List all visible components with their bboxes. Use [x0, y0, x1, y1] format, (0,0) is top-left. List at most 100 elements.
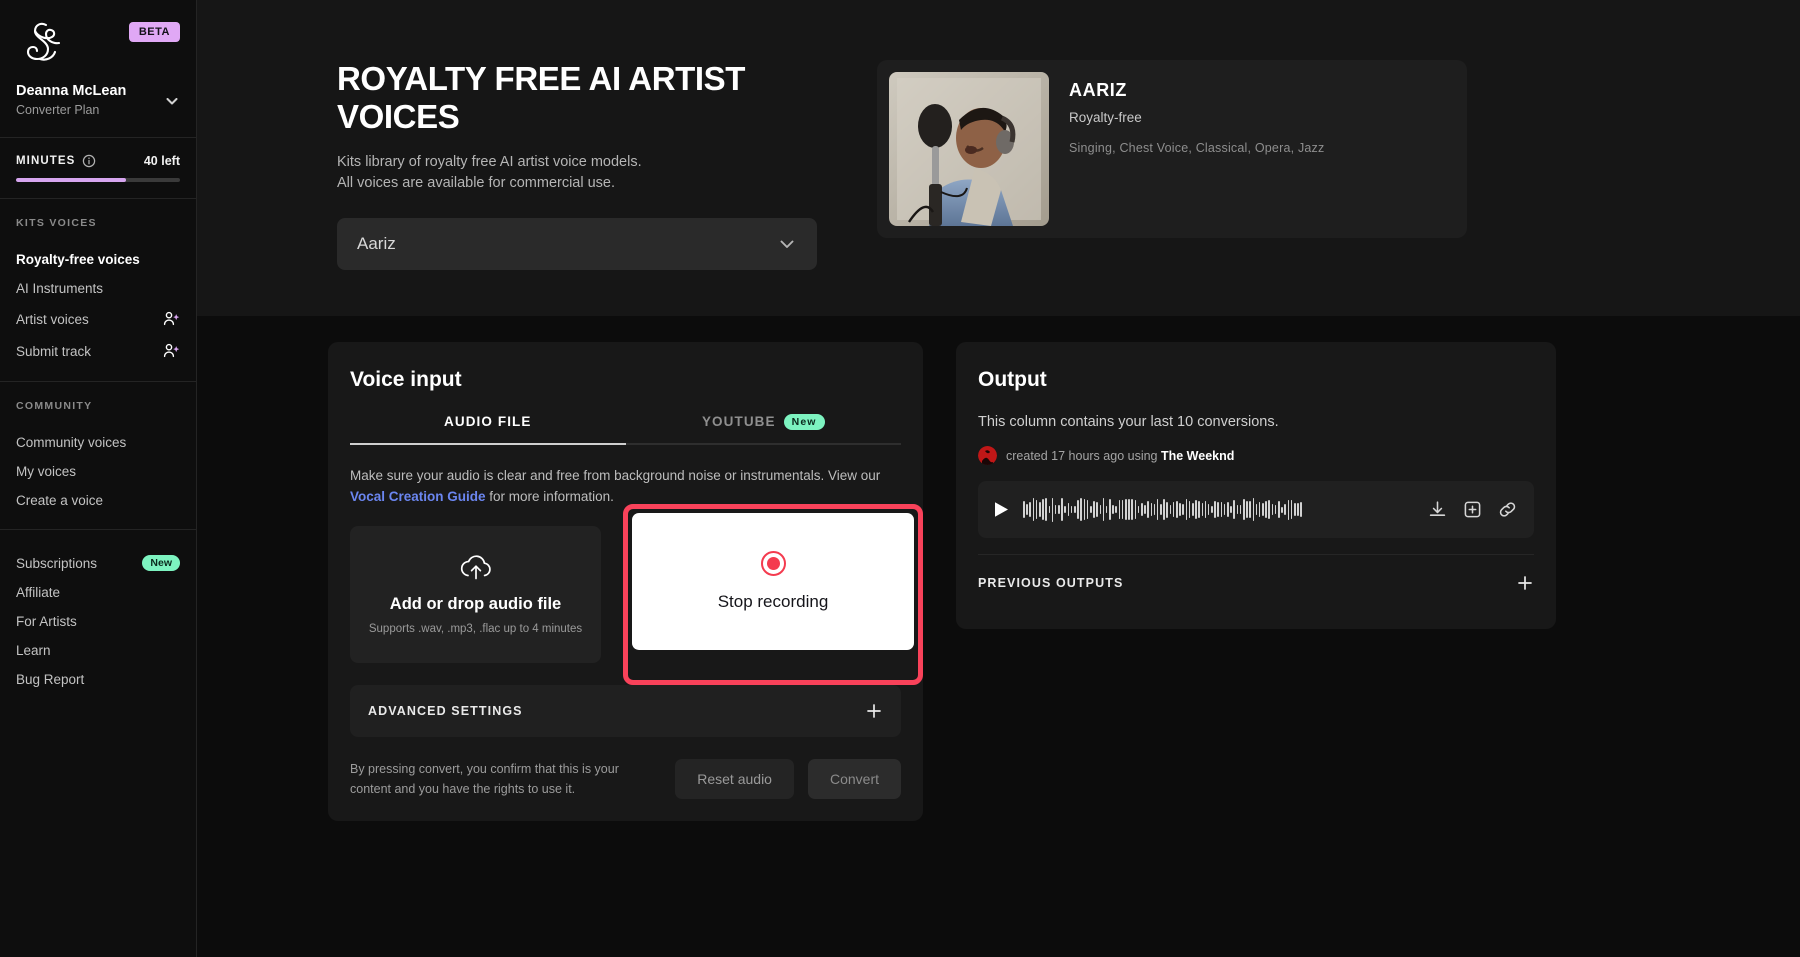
play-icon[interactable] — [994, 501, 1009, 518]
sidebar-item-for-artists[interactable]: For Artists — [16, 607, 180, 636]
previous-outputs-toggle[interactable]: PREVIOUS OUTPUTS — [978, 554, 1534, 611]
drop-zone-subtitle: Supports .wav, .mp3, .flac up to 4 minut… — [368, 623, 583, 636]
stop-recording-button[interactable]: Stop recording — [632, 512, 914, 650]
waveform-bar — [1144, 505, 1146, 514]
sidebar-item-label: Submit track — [16, 343, 92, 359]
voice-card-tags: Singing, Chest Voice, Classical, Opera, … — [1069, 141, 1325, 155]
sidebar-item-affiliate[interactable]: Affiliate — [16, 578, 180, 607]
waveform-bar — [1045, 498, 1047, 521]
waveform-bar — [1268, 500, 1271, 519]
hero-subtitle-line1: Kits library of royalty free AI artist v… — [337, 154, 642, 170]
sidebar: BETA Deanna McLean Converter Plan MINUTE… — [0, 0, 197, 957]
waveform-bar — [1074, 505, 1076, 514]
audio-drop-zone[interactable]: Add or drop audio file Supports .wav, .m… — [350, 525, 601, 663]
waveform-bar — [1077, 500, 1079, 519]
waveform-bar — [1115, 506, 1118, 513]
minutes-row: MINUTES 40 left — [16, 154, 180, 168]
waveform-bar — [1265, 500, 1267, 519]
waveform-bar — [1058, 504, 1060, 515]
waveform-bar — [1182, 503, 1184, 516]
waveform-bar — [1188, 501, 1191, 518]
output-subtitle: This column contains your last 10 conver… — [978, 414, 1279, 430]
sidebar-item-my-voices[interactable]: My voices — [16, 457, 180, 486]
link-icon[interactable] — [1497, 499, 1518, 520]
waveform-bar — [1271, 504, 1274, 515]
waveform-bar — [1297, 503, 1299, 516]
waveform-bar — [1105, 505, 1108, 514]
sidebar-item-submit-track[interactable]: Submit track — [16, 335, 180, 367]
waveform-bar — [1176, 501, 1178, 518]
sidebar-section-0: KITS VOICES Royalty-free voices AI Instrum… — [0, 199, 196, 381]
waveform-bar — [1131, 499, 1133, 520]
waveform-bar — [1300, 501, 1302, 518]
advanced-settings-toggle[interactable]: ADVANCED SETTINGS — [350, 684, 901, 737]
waveform-bar — [1140, 503, 1143, 516]
tab-youtube[interactable]: YOUTUBE New — [626, 414, 902, 443]
person-sparkle-icon — [162, 342, 180, 360]
sidebar-item-ai-instruments[interactable]: AI Instruments — [16, 274, 180, 303]
sidebar-item-learn[interactable]: Learn — [16, 636, 180, 665]
sidebar-item-artist-voices[interactable]: Artist voices — [16, 303, 180, 335]
waveform-bar — [1262, 502, 1264, 517]
panels-row: Voice input AUDIO FILE YOUTUBE New Make s… — [197, 316, 1800, 821]
account-switcher[interactable]: Deanna McLean Converter Plan — [0, 68, 196, 137]
sidebar-brand-row: BETA — [16, 16, 180, 68]
sidebar-item-label: Artist voices — [16, 311, 89, 327]
waveform-bar — [1284, 503, 1286, 516]
waveform-bar — [1163, 498, 1165, 521]
waveform-bar — [1287, 499, 1290, 520]
waveform-bar — [1198, 501, 1200, 518]
waveform-bar — [1038, 501, 1041, 518]
hero-inner: ROYALTY FREE AI ARTIST VOICES Kits libra… — [197, 60, 1800, 271]
account-plan: Converter Plan — [16, 102, 100, 117]
sidebar-section-heading: COMMUNITY — [16, 400, 93, 413]
output-panel: Output This column contains your last 10… — [956, 342, 1556, 629]
waveform-bar — [1137, 506, 1140, 513]
download-icon[interactable] — [1427, 499, 1448, 520]
waveform-bar — [1080, 498, 1082, 521]
sidebar-item-bug-report[interactable]: Bug Report — [16, 665, 180, 694]
sidebar-item-community-voices[interactable]: Community voices — [16, 428, 180, 457]
waveform-bar — [1054, 504, 1057, 515]
waveform-bar — [1153, 503, 1156, 516]
plus-icon — [1516, 574, 1534, 592]
output-title: Output — [978, 368, 1047, 391]
voice-select-dropdown[interactable]: Aariz — [337, 218, 817, 271]
waveform-bar — [1029, 501, 1031, 518]
reset-audio-button[interactable]: Reset audio — [675, 758, 794, 799]
minutes-remaining: 40 left — [143, 154, 180, 169]
tab-underline-active — [350, 443, 626, 445]
vocal-creation-guide-link[interactable]: Vocal Creation Guide — [350, 489, 486, 504]
hero-left: ROYALTY FREE AI ARTIST VOICES Kits libra… — [337, 60, 837, 271]
waveform-bar — [1070, 506, 1073, 513]
waveform-bar — [1233, 499, 1235, 520]
waveform-bar — [1089, 505, 1092, 514]
sidebar-item-royalty-free-voices[interactable]: Royalty-free voices — [16, 245, 180, 274]
tab-youtube-label: YOUTUBE — [701, 414, 776, 429]
waveform-bar — [1255, 504, 1258, 515]
account-info: Deanna McLean Converter Plan — [16, 82, 126, 119]
account-name: Deanna McLean — [16, 83, 127, 99]
sidebar-item-subscriptions[interactable]: Subscriptions New — [16, 548, 180, 578]
waveform[interactable] — [1023, 496, 1413, 524]
convert-button[interactable]: Convert — [807, 758, 901, 799]
sidebar-item-create-a-voice[interactable]: Create a voice — [16, 486, 180, 515]
kits-ampersand-logo-icon[interactable] — [16, 16, 68, 68]
info-icon[interactable] — [82, 154, 96, 168]
selected-voice-card[interactable]: AARIZ Royalty-free Singing, Chest Voice,… — [877, 60, 1467, 238]
waveform-bar — [1125, 498, 1127, 521]
sidebar-section-heading: KITS VOICES — [16, 217, 97, 230]
sidebar-item-label: AI Instruments — [16, 281, 104, 297]
minutes-label-group: MINUTES — [16, 154, 96, 168]
minutes-block: MINUTES 40 left — [0, 138, 196, 198]
output-entry-model: The Weeknd — [1160, 448, 1235, 463]
record-stop-icon — [760, 550, 786, 576]
waveform-bar — [1258, 502, 1261, 517]
help-text-part2: for more information. — [489, 489, 614, 505]
sidebar-item-label: Subscriptions — [16, 555, 98, 571]
waveform-bar — [1217, 501, 1220, 518]
voice-input-title: Voice input — [350, 368, 462, 391]
waveform-bar — [1246, 501, 1248, 518]
add-to-collection-icon[interactable] — [1462, 499, 1483, 520]
tab-audio-file[interactable]: AUDIO FILE — [350, 414, 626, 443]
